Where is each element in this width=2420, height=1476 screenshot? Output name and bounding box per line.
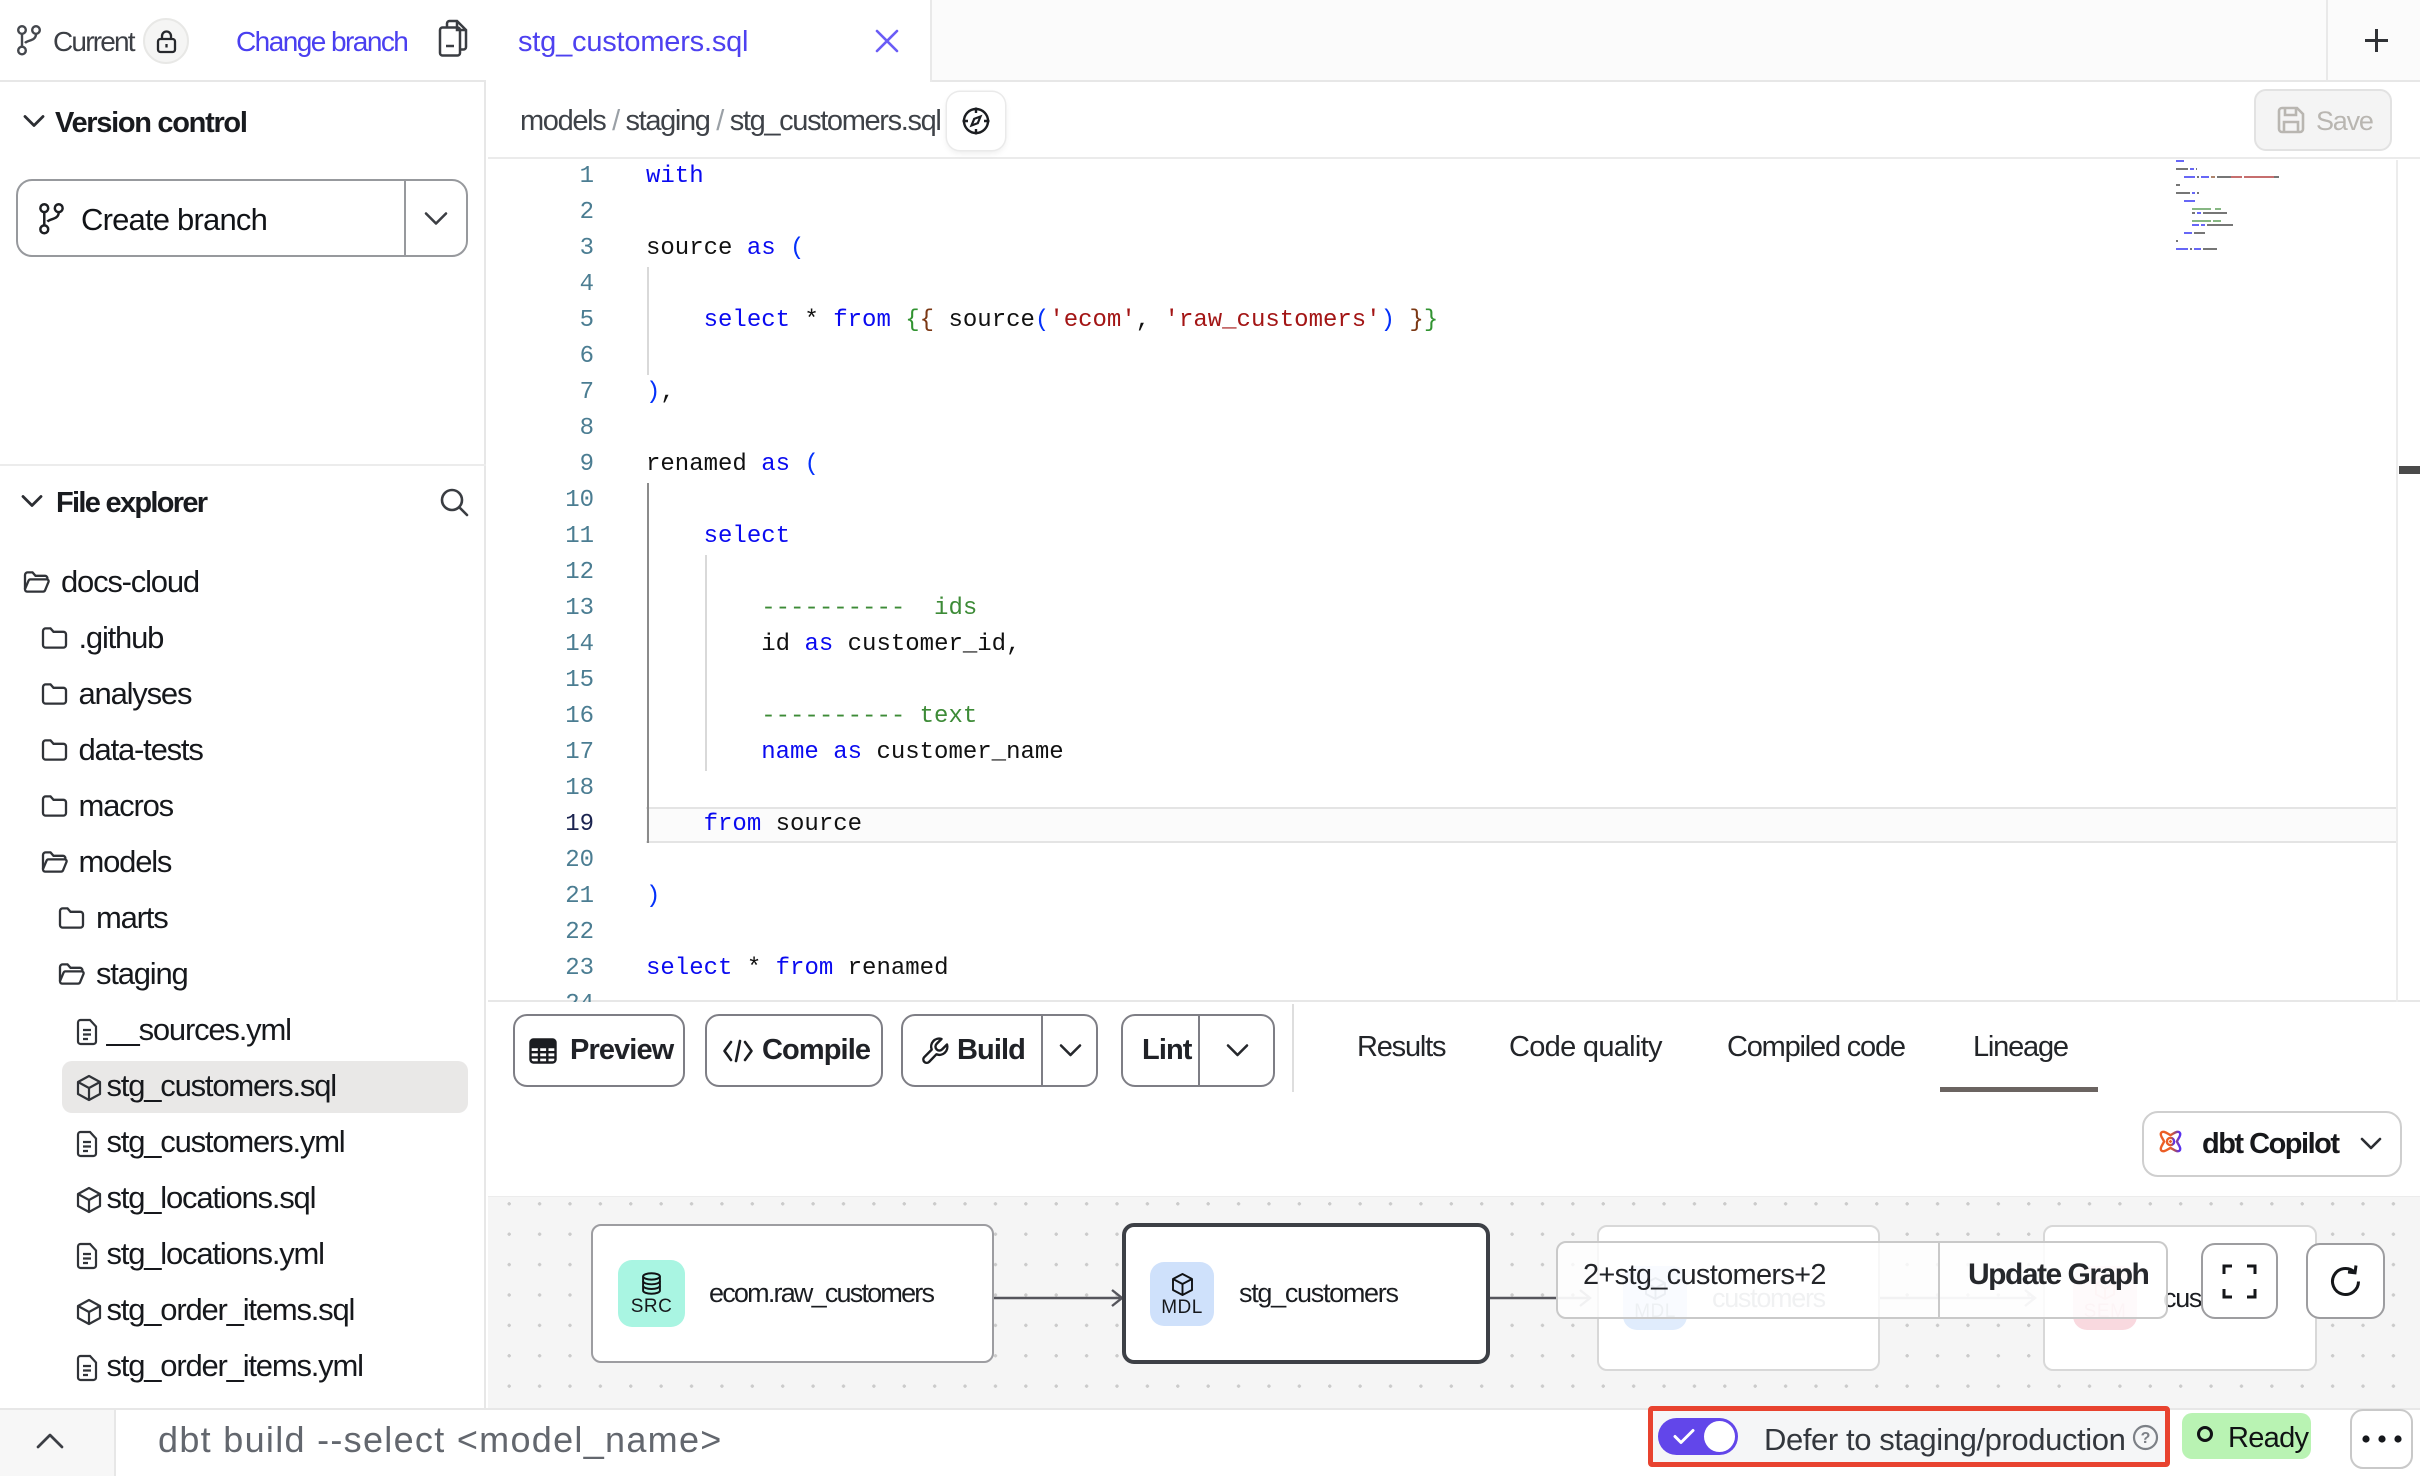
svg-text:?: ? <box>2141 1430 2151 1447</box>
